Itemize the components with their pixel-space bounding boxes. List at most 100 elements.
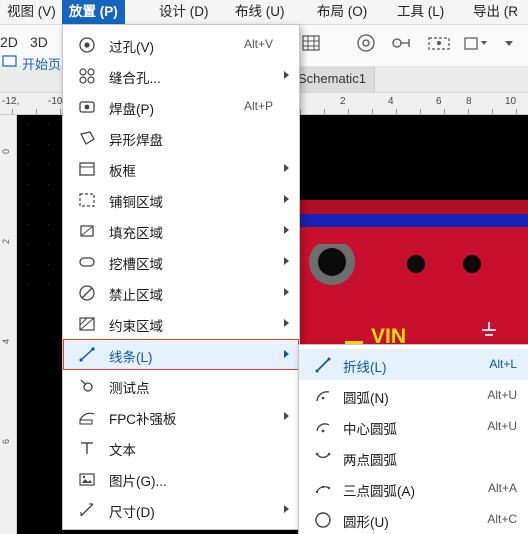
view-2d-button[interactable]: 2D — [0, 34, 18, 50]
polyline-icon — [313, 355, 333, 375]
board-lower-band — [299, 230, 528, 244]
menu-item-fpc-stiffener[interactable]: FPC补强板 — [63, 401, 299, 432]
menu-item-dimension[interactable]: 尺寸(D) — [63, 494, 299, 525]
ruler-tick-label: 8 — [466, 96, 472, 107]
ruler-tick-label: 2 — [340, 96, 346, 107]
chevron-right-icon — [284, 350, 289, 358]
pad — [318, 248, 346, 276]
submenu-item-circle[interactable]: 圆形(U) Alt+C — [299, 504, 528, 534]
menu-item-pad[interactable]: 焊盘(P) Alt+P — [63, 91, 299, 122]
vruler-tick-label: 0 — [1, 148, 11, 154]
board-outline-icon — [77, 159, 97, 179]
menu-item-custom-pad[interactable]: 异形焊盘 — [63, 122, 299, 153]
menu-item-label: 测试点 — [109, 381, 150, 396]
submenu-item-accel: Alt+C — [487, 512, 517, 526]
center-arc-icon — [313, 417, 333, 437]
menu-item-stitching-via[interactable]: 缝合孔... — [63, 60, 299, 91]
submenu-item-arc[interactable]: 圆弧(N) Alt+U — [299, 380, 528, 411]
line-submenu: 折线(L) Alt+L 圆弧(N) Alt+U 中心圆弧 Alt+U 两点圆弧 — [298, 344, 528, 534]
target-icon[interactable] — [355, 32, 379, 56]
submenu-item-accel: Alt+U — [487, 388, 517, 402]
ruler-tick-label: 4 — [388, 96, 394, 107]
text-icon — [77, 438, 97, 458]
image-icon — [77, 469, 97, 489]
fill-area-icon — [77, 221, 97, 241]
menu-item-label: 过孔(V) — [109, 40, 154, 55]
menu-item-constraint-area[interactable]: 约束区域 — [63, 308, 299, 339]
start-page-tab[interactable]: 开始页 — [22, 54, 61, 73]
select-area-icon[interactable] — [425, 32, 450, 56]
submenu-item-label: 三点圆弧(A) — [343, 484, 415, 499]
chevron-right-icon — [284, 164, 289, 172]
menu-item-accel: Alt+P — [243, 99, 273, 113]
menu-item-label: FPC补强板 — [109, 412, 177, 427]
submenu-item-label: 圆弧(N) — [343, 391, 389, 406]
more-dropdown-icon[interactable] — [500, 32, 524, 56]
chevron-right-icon — [284, 505, 289, 513]
submenu-item-polyline[interactable]: 折线(L) Alt+L — [299, 349, 528, 380]
pad-tool-icon[interactable] — [390, 32, 414, 56]
menu-view[interactable]: 视图 (V) — [0, 0, 63, 24]
chevron-right-icon — [284, 257, 289, 265]
chevron-right-icon — [284, 71, 289, 79]
pcb-editor-window: VIN GND 0 2 4 6 -12, -10 — [0, 0, 528, 534]
menu-place[interactable]: 放置 (P) — [62, 0, 125, 24]
menu-item-test-point[interactable]: 测试点 — [63, 370, 299, 401]
submenu-item-label: 折线(L) — [343, 360, 387, 375]
layer-dropdown-icon[interactable] — [462, 32, 487, 56]
via-icon — [77, 35, 97, 55]
menu-tools[interactable]: 工具 (L) — [390, 0, 451, 24]
two-point-arc-icon — [313, 448, 333, 468]
gnd-symbol-stem — [488, 322, 490, 330]
menu-layout[interactable]: 布局 (O) — [310, 0, 374, 24]
menu-item-label: 线条(L) — [109, 350, 153, 365]
menu-design[interactable]: 设计 (D) — [152, 0, 216, 24]
tab-schematic1[interactable]: Schematic1 — [290, 66, 375, 92]
menu-item-accel: Alt+V — [243, 37, 273, 51]
menu-item-text[interactable]: 文本 — [63, 432, 299, 463]
submenu-item-accel: Alt+U — [487, 419, 517, 433]
ruler-tick-label: -12, — [2, 96, 20, 107]
menu-item-keepout-area[interactable]: 禁止区域 — [63, 277, 299, 308]
grid-icon[interactable] — [300, 32, 324, 56]
pad-icon — [77, 97, 97, 117]
menu-item-label: 缝合孔... — [109, 71, 161, 86]
circle-icon — [313, 510, 333, 530]
menu-item-label: 异形焊盘 — [109, 133, 163, 148]
submenu-item-center-arc[interactable]: 中心圆弧 Alt+U — [299, 411, 528, 442]
test-point-icon — [77, 376, 97, 396]
view-3d-button[interactable]: 3D — [30, 34, 48, 50]
chevron-right-icon — [284, 319, 289, 327]
submenu-item-accel: Alt+L — [489, 357, 517, 371]
arc-icon — [313, 386, 333, 406]
vruler-tick-label: 6 — [1, 438, 11, 444]
menu-route[interactable]: 布线 (U) — [228, 0, 292, 24]
menu-item-via[interactable]: 过孔(V) Alt+V — [63, 29, 299, 60]
menu-item-slot-area[interactable]: 挖槽区域 — [63, 246, 299, 277]
three-point-arc-icon — [313, 479, 333, 499]
menu-item-fill-area[interactable]: 填充区域 — [63, 215, 299, 246]
slot-area-icon — [77, 252, 97, 272]
pad — [407, 255, 425, 273]
menu-item-label: 文本 — [109, 443, 136, 458]
submenu-item-label: 中心圆弧 — [343, 422, 397, 437]
menu-item-line[interactable]: 线条(L) — [63, 339, 299, 370]
menu-item-copper-area[interactable]: 铺铜区域 — [63, 184, 299, 215]
ruler-tick-label: 10 — [505, 96, 517, 107]
menu-item-label: 填充区域 — [109, 226, 163, 241]
ruler-tick-label: 6 — [436, 96, 442, 107]
copper-area-icon — [77, 190, 97, 210]
vruler-tick-label: 2 — [1, 238, 11, 244]
menu-export[interactable]: 导出 (R — [466, 0, 525, 24]
menu-item-board-outline[interactable]: 板框 — [63, 153, 299, 184]
board-copper-edge — [299, 217, 528, 227]
submenu-item-label: 圆形(U) — [343, 515, 389, 530]
vertical-ruler: 0 2 4 6 — [0, 114, 17, 534]
submenu-item-three-point-arc[interactable]: 三点圆弧(A) Alt+A — [299, 473, 528, 504]
submenu-item-two-point-arc[interactable]: 两点圆弧 — [299, 442, 528, 473]
chevron-right-icon — [284, 288, 289, 296]
submenu-item-label: 两点圆弧 — [343, 453, 397, 468]
menu-item-image[interactable]: 图片(G)... — [63, 463, 299, 494]
constraint-area-icon — [77, 314, 97, 334]
menu-item-label: 禁止区域 — [109, 288, 163, 303]
